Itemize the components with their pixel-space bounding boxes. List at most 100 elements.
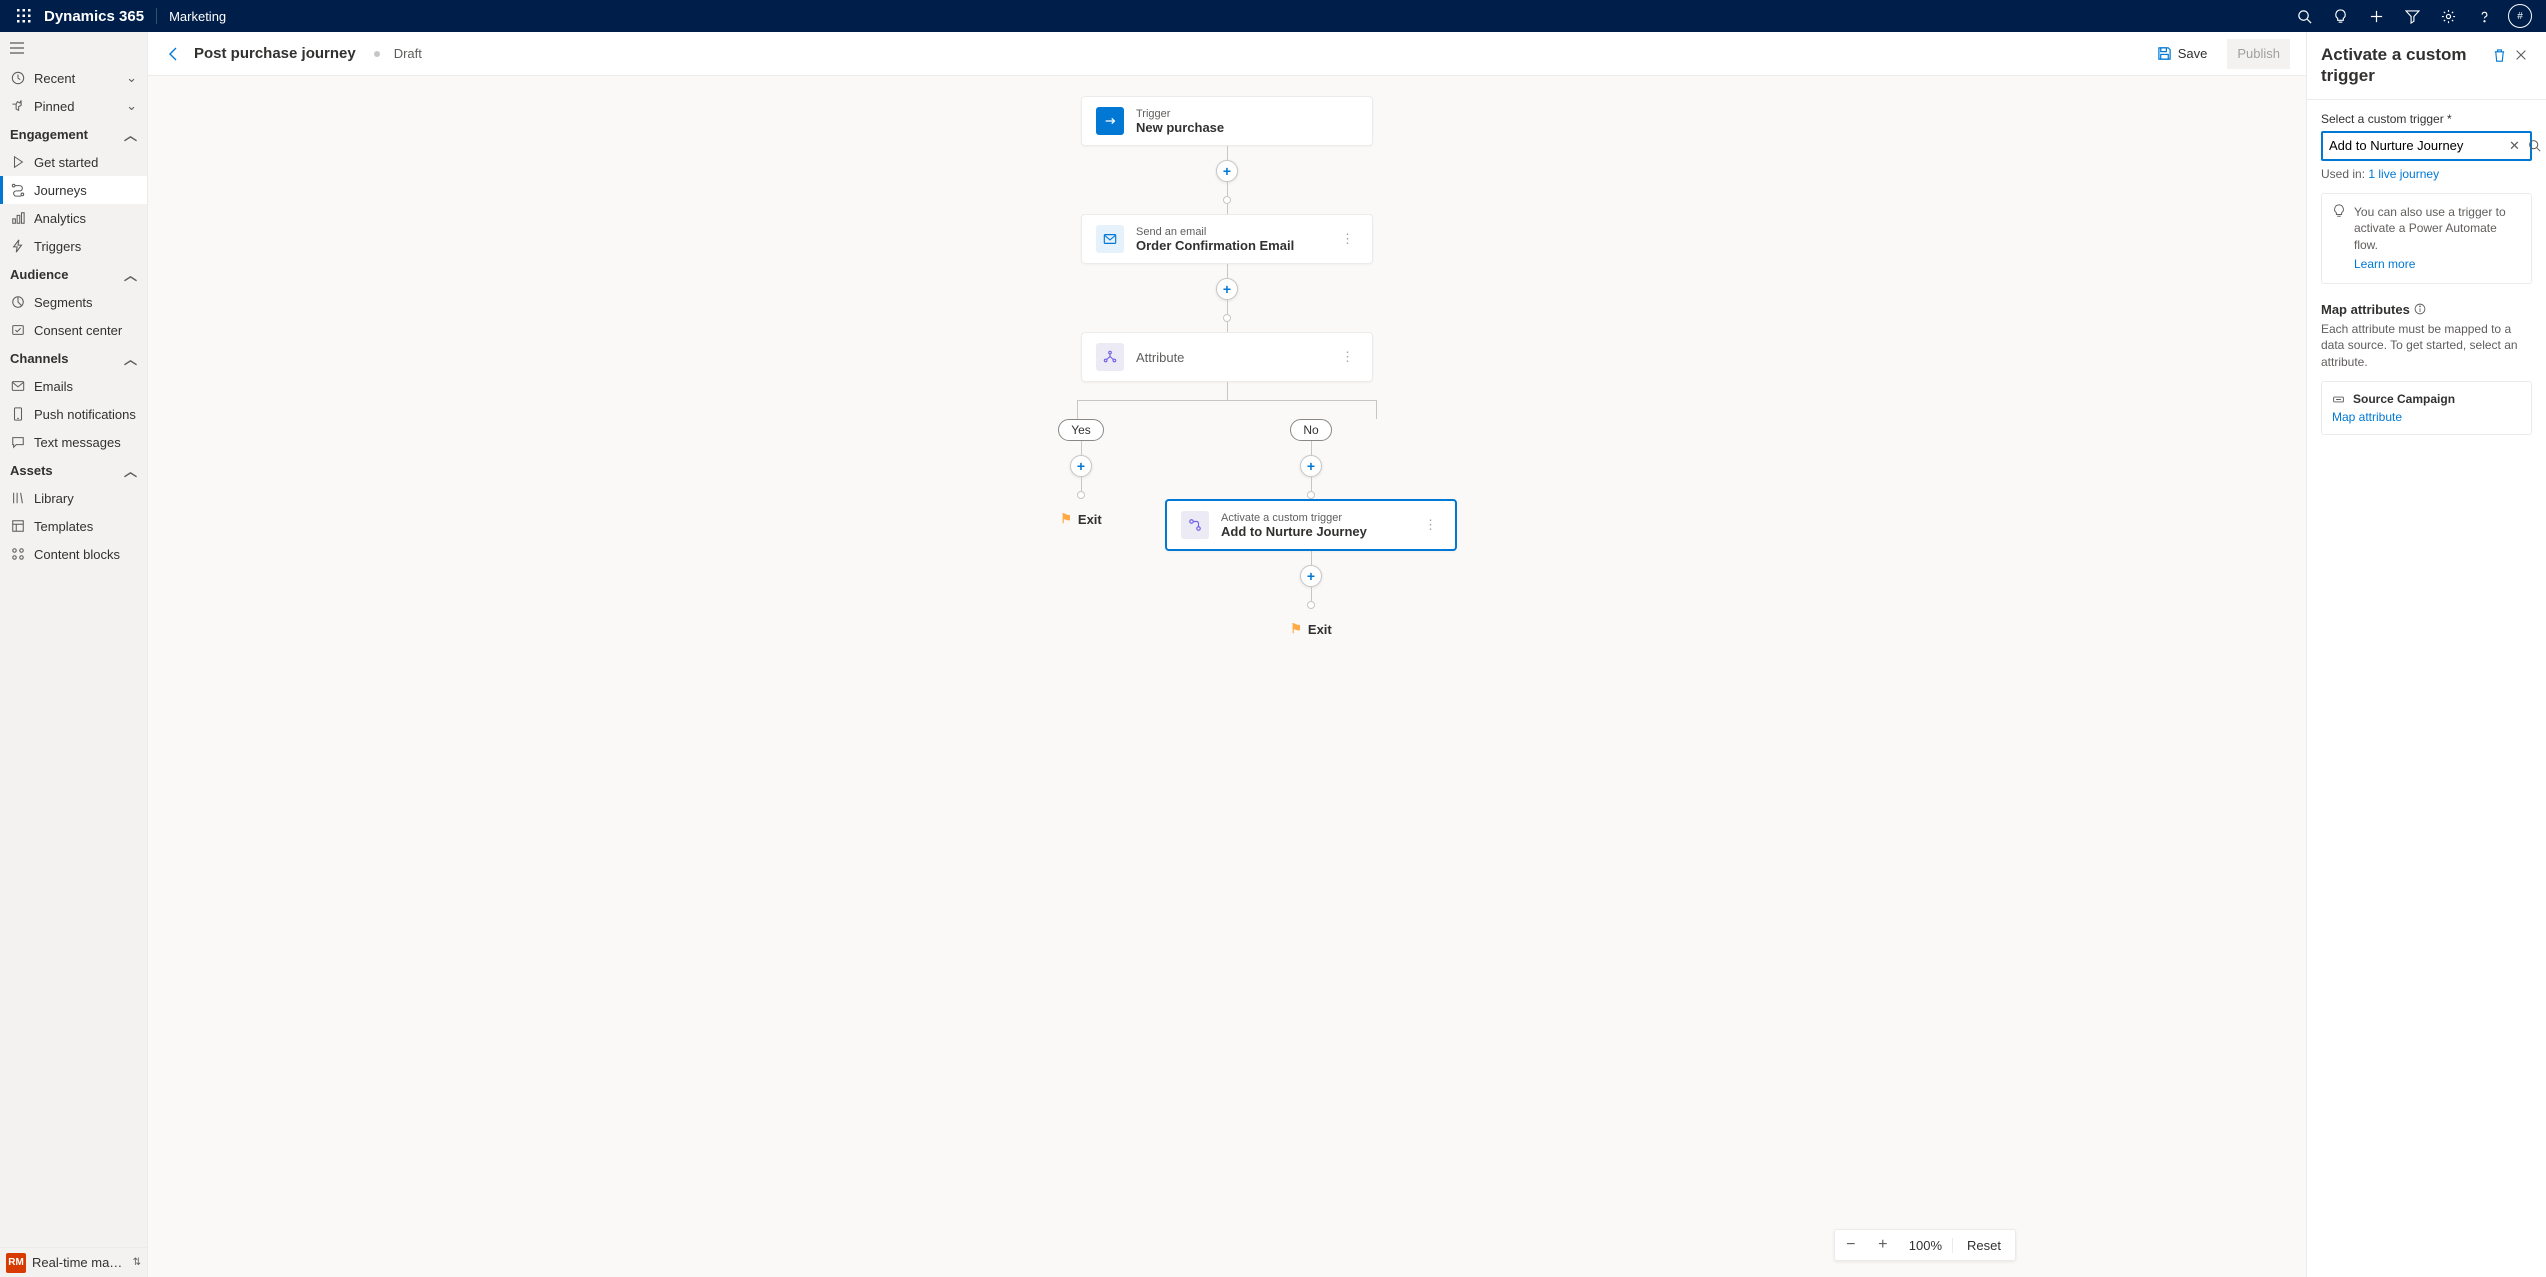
section-engagement[interactable]: Engagement ︿ — [0, 120, 147, 148]
consent-icon — [10, 322, 26, 338]
gear-icon[interactable] — [2430, 0, 2466, 32]
clock-icon — [10, 70, 26, 86]
publish-label: Publish — [2237, 46, 2280, 61]
add-icon[interactable] — [2358, 0, 2394, 32]
more-icon[interactable]: ⋮ — [1337, 349, 1358, 365]
info-icon[interactable] — [2414, 303, 2426, 315]
branch-no[interactable]: No — [1290, 419, 1331, 441]
delete-button[interactable] — [2488, 44, 2510, 66]
attribute-node[interactable]: Attribute ⋮ — [1081, 332, 1373, 382]
node-title: Order Confirmation Email — [1136, 238, 1294, 253]
area-switcher[interactable]: RM Real-time marketi... ⇅ — [0, 1247, 147, 1277]
filter-icon[interactable] — [2394, 0, 2430, 32]
connector-node — [1307, 491, 1315, 499]
nav-sms[interactable]: Text messages — [0, 428, 147, 456]
attribute-name: Source Campaign — [2353, 392, 2455, 406]
nav-recent[interactable]: Recent⌄ — [0, 64, 147, 92]
nav-content-blocks[interactable]: Content blocks — [0, 540, 147, 568]
trigger-input[interactable] — [2329, 138, 2505, 153]
used-in-link[interactable]: 1 live journey — [2368, 167, 2439, 181]
info-callout: You can also use a trigger to activate a… — [2321, 193, 2532, 284]
email-node[interactable]: Send an emailOrder Confirmation Email ⋮ — [1081, 214, 1373, 264]
nav-pinned[interactable]: Pinned⌄ — [0, 92, 147, 120]
zoom-reset-button[interactable]: Reset — [1952, 1238, 2015, 1253]
nav-segments[interactable]: Segments — [0, 288, 147, 316]
mail-icon — [10, 378, 26, 394]
branch-yes[interactable]: Yes — [1058, 419, 1104, 441]
updown-icon: ⇅ — [133, 1257, 141, 1268]
sidebar: Recent⌄ Pinned⌄ Engagement︿ Get started … — [0, 32, 148, 1277]
nav-label: Get started — [34, 155, 98, 170]
clear-icon[interactable]: ✕ — [2505, 138, 2524, 154]
connector-node — [1307, 601, 1315, 609]
add-step-button[interactable]: + — [1216, 278, 1238, 300]
custom-trigger-node[interactable]: Activate a custom triggerAdd to Nurture … — [1165, 499, 1457, 551]
add-step-button[interactable]: + — [1070, 455, 1092, 477]
mail-icon — [1096, 225, 1124, 253]
status-dot — [374, 51, 380, 57]
nav-label: Triggers — [34, 239, 81, 254]
sidebar-toggle[interactable] — [0, 32, 147, 64]
more-icon[interactable]: ⋮ — [1337, 231, 1358, 247]
nav-label: Push notifications — [34, 407, 136, 422]
journey-icon — [10, 182, 26, 198]
add-step-button[interactable]: + — [1300, 565, 1322, 587]
chevron-up-icon: ︿ — [124, 265, 137, 284]
section-assets[interactable]: Assets︿ — [0, 456, 147, 484]
chevron-up-icon: ︿ — [124, 349, 137, 368]
search-icon[interactable] — [2524, 139, 2545, 152]
nav-push[interactable]: Push notifications — [0, 400, 147, 428]
more-icon[interactable]: ⋮ — [1420, 517, 1441, 533]
close-button[interactable] — [2510, 44, 2532, 66]
trigger-node[interactable]: TriggerNew purchase — [1081, 96, 1373, 146]
attribute-card[interactable]: Source Campaign Map attribute — [2321, 381, 2532, 435]
map-attribute-link[interactable]: Map attribute — [2332, 410, 2521, 424]
connector-node — [1223, 196, 1231, 204]
trigger-icon — [1181, 511, 1209, 539]
help-icon[interactable] — [2466, 0, 2502, 32]
info-text: You can also use a trigger to activate a… — [2354, 205, 2506, 253]
nav-get-started[interactable]: Get started — [0, 148, 147, 176]
zoom-control: − + 100% Reset — [1834, 1229, 2016, 1261]
phone-icon — [10, 406, 26, 422]
section-label: Engagement — [10, 127, 88, 142]
segments-icon — [10, 294, 26, 310]
panel-title: Activate a custom trigger — [2321, 44, 2488, 87]
nav-triggers[interactable]: Triggers — [0, 232, 147, 260]
nav-label: Library — [34, 491, 74, 506]
save-button[interactable]: Save — [2147, 39, 2218, 69]
flag-icon: ⚑ — [1290, 621, 1302, 637]
app-launcher[interactable] — [8, 0, 40, 32]
lightbulb-icon[interactable] — [2322, 0, 2358, 32]
search-icon[interactable] — [2286, 0, 2322, 32]
chevron-down-icon: ⌄ — [126, 70, 137, 86]
user-avatar[interactable]: # — [2508, 4, 2532, 28]
brand-label: Dynamics 365 — [44, 8, 144, 25]
journey-canvas[interactable]: TriggerNew purchase + Send an emailOrder… — [148, 76, 2306, 1277]
connector-node — [1223, 314, 1231, 322]
chart-icon — [10, 210, 26, 226]
exit-label: Exit — [1308, 622, 1332, 637]
chevron-up-icon: ︿ — [124, 125, 137, 144]
section-channels[interactable]: Channels︿ — [0, 344, 147, 372]
nav-emails[interactable]: Emails — [0, 372, 147, 400]
play-icon — [10, 154, 26, 170]
trigger-select[interactable]: ✕ — [2321, 131, 2532, 161]
nav-library[interactable]: Library — [0, 484, 147, 512]
chevron-up-icon: ︿ — [124, 461, 137, 480]
zoom-out-button[interactable]: − — [1835, 1229, 1867, 1261]
add-step-button[interactable]: + — [1300, 455, 1322, 477]
map-attributes-heading: Map attributes — [2321, 302, 2532, 317]
add-step-button[interactable]: + — [1216, 160, 1238, 182]
zoom-in-button[interactable]: + — [1867, 1229, 1899, 1261]
library-icon — [10, 490, 26, 506]
section-audience[interactable]: Audience︿ — [0, 260, 147, 288]
nav-analytics[interactable]: Analytics — [0, 204, 147, 232]
nav-templates[interactable]: Templates — [0, 512, 147, 540]
node-sub: Trigger — [1136, 108, 1224, 120]
nav-label: Content blocks — [34, 547, 120, 562]
nav-consent[interactable]: Consent center — [0, 316, 147, 344]
back-button[interactable] — [164, 44, 184, 64]
learn-more-link[interactable]: Learn more — [2354, 256, 2521, 273]
nav-journeys[interactable]: Journeys — [0, 176, 147, 204]
